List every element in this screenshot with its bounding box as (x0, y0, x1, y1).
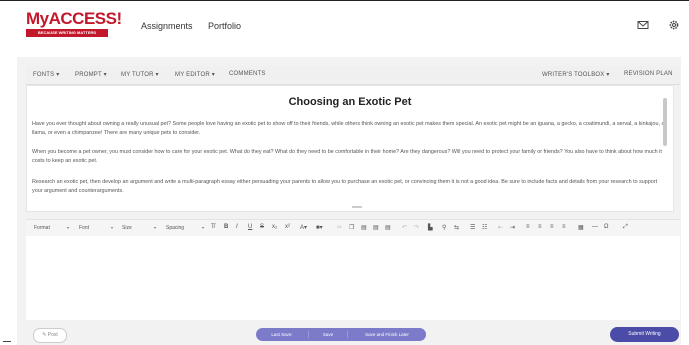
outdent-icon[interactable]: ⇤ (498, 224, 503, 231)
writers-toolbox-menu[interactable]: WRITER'S TOOLBOX ▾ (542, 71, 610, 78)
justify-icon[interactable]: ≡ (562, 224, 566, 230)
paste-icon[interactable]: ▤ (361, 224, 367, 231)
resize-handle[interactable] (352, 206, 362, 208)
save-button-group: Last Save: Save Save and Finish Later (256, 328, 426, 341)
nav-assignments[interactable]: Assignments (141, 21, 193, 31)
numbered-list-icon[interactable]: ☰ (470, 224, 475, 231)
gear-icon[interactable] (668, 19, 680, 31)
my-tutor-menu[interactable]: MY TUTOR ▾ (121, 71, 159, 78)
find-icon[interactable]: ⚲ (442, 224, 446, 231)
copy-icon[interactable]: ❐ (349, 224, 354, 231)
revision-plan-link[interactable]: REVISION PLAN (624, 71, 673, 77)
post-button[interactable]: ✎ Post (33, 328, 67, 343)
chevron-down-icon: ▾ (154, 225, 157, 230)
save-finish-later-button[interactable]: Save and Finish Later (348, 328, 426, 341)
size-select[interactable]: Size (122, 225, 132, 231)
post-label: Post (47, 332, 58, 338)
mail-icon[interactable] (637, 19, 649, 31)
prompt-menu[interactable]: PROMPT ▾ (75, 71, 107, 78)
prompt-scrollbar[interactable] (663, 98, 667, 146)
editor-toolbar: Format ▾ Font ▾ Size ▾ Spacing ▾ T̸ B I … (26, 219, 680, 237)
writing-toolbar: FONTS ▾ PROMPT ▾ MY TUTOR ▾ MY EDITOR ▾ … (26, 66, 680, 85)
text-color-icon[interactable]: A▾ (300, 224, 307, 231)
clear-format-icon[interactable]: T̸ (211, 224, 215, 230)
bulleted-list-icon[interactable]: ☷ (482, 224, 487, 231)
superscript-icon[interactable]: x² (285, 224, 290, 230)
save-button[interactable]: Save (309, 328, 347, 341)
submit-writing-button[interactable]: Submit Writing (610, 327, 679, 342)
chevron-down-icon: ▾ (202, 225, 205, 230)
underline-icon[interactable]: U (248, 224, 252, 230)
subscript-icon[interactable]: x₂ (272, 224, 277, 230)
last-save-label: Last Save: (271, 332, 293, 337)
myaccess-logo[interactable]: MyACCESS! BECAUSE WRITING MATTERS (26, 9, 122, 41)
prompt-panel: Choosing an Exotic Pet Have you ever tho… (26, 85, 674, 212)
redo-icon[interactable]: ↷ (414, 224, 419, 231)
format-select[interactable]: Format (34, 225, 50, 231)
bold-icon[interactable]: B (224, 224, 228, 230)
nav-portfolio[interactable]: Portfolio (208, 21, 241, 31)
align-left-icon[interactable]: ≡ (526, 224, 530, 230)
app-header: MyACCESS! BECAUSE WRITING MATTERS Assign… (0, 1, 689, 48)
divider (3, 341, 11, 342)
comment-icon[interactable]: ▙ (428, 224, 433, 231)
chevron-down-icon: ▾ (67, 225, 70, 230)
undo-icon[interactable]: ↶ (402, 224, 407, 231)
highlight-icon[interactable]: ■▾ (316, 224, 323, 231)
prompt-paragraph: Research an exotic pet, then develop an … (32, 179, 658, 194)
prompt-title: Choosing an Exotic Pet (288, 96, 412, 108)
table-icon[interactable]: ▦ (578, 224, 584, 231)
align-center-icon[interactable]: ≡ (538, 224, 542, 230)
my-editor-menu[interactable]: MY EDITOR ▾ (175, 71, 215, 78)
strikethrough-icon[interactable]: S (260, 224, 264, 230)
maximize-icon[interactable]: ⤢ (623, 224, 628, 231)
align-right-icon[interactable]: ≡ (550, 224, 554, 230)
italic-icon[interactable]: I (236, 224, 238, 230)
logo-tagline: BECAUSE WRITING MATTERS (26, 29, 108, 37)
fonts-menu[interactable]: FONTS ▾ (33, 71, 59, 78)
paste-word-icon[interactable]: ▤ (385, 224, 391, 231)
spacing-select[interactable]: Spacing (166, 225, 184, 231)
replace-icon[interactable]: ⇆ (454, 224, 459, 231)
indent-icon[interactable]: ⇥ (510, 224, 515, 231)
font-select[interactable]: Font (79, 225, 89, 231)
horizontal-line-icon[interactable]: — (592, 224, 598, 230)
prompt-paragraph: Have you ever thought about owning a rea… (32, 121, 665, 136)
prompt-paragraph: When you become a pet owner, you must co… (32, 149, 662, 164)
cut-icon[interactable]: ✂ (337, 224, 342, 231)
paste-text-icon[interactable]: ▤ (373, 224, 379, 231)
special-char-icon[interactable]: Ω (604, 224, 609, 230)
essay-editor[interactable] (26, 236, 680, 320)
logo-wordmark: MyACCESS! (26, 9, 122, 28)
chevron-down-icon: ▾ (111, 225, 114, 230)
comments-menu[interactable]: COMMENTS (229, 71, 266, 77)
